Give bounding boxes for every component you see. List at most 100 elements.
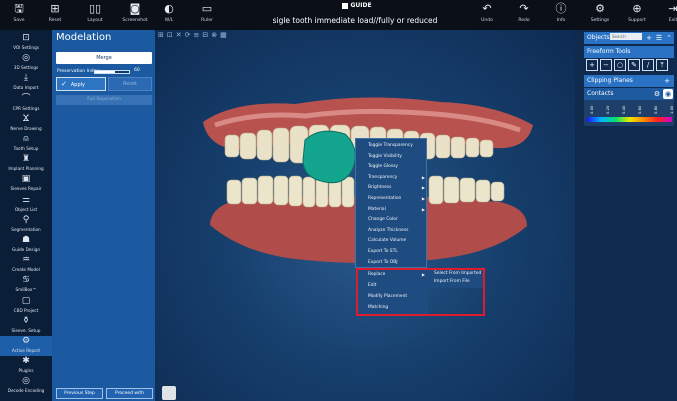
slider-fill bbox=[95, 71, 116, 73]
menu-item-toggle-visibility[interactable]: Toggle Visibility bbox=[356, 152, 428, 161]
sidebar-item-guide-design[interactable]: ☗ Guide Design bbox=[0, 235, 52, 255]
toolbar-button-label: Reset bbox=[48, 18, 62, 23]
sidebar-item-implant-planning[interactable]: ♜ Implant Planning bbox=[0, 154, 52, 174]
sidebar-item-nerve-drawing[interactable]: Ϫ Nerve Drawing bbox=[0, 114, 52, 134]
app-window: GUIDE sigle tooth immediate load//fully … bbox=[0, 0, 677, 401]
save-icon: 🖫 bbox=[14, 2, 24, 15]
sidebar-item-cpr-settings[interactable]: ⌒ CPR Settings bbox=[0, 94, 52, 114]
sidebar-item-sleeves-repair[interactable]: ▣ Sleeves Repair bbox=[0, 174, 52, 194]
sidebar-item-smilbox-[interactable]: ♋ SmilBox™ bbox=[0, 275, 52, 295]
reset-button[interactable]: Reset bbox=[108, 77, 152, 91]
menu-item-toggle-glossy[interactable]: Toggle Glossy bbox=[356, 162, 428, 171]
toolbar-button-label: Exit bbox=[668, 18, 677, 23]
sidebar-item-label: VOI Settings bbox=[13, 45, 39, 50]
settings-button[interactable]: ⚙ Settings bbox=[583, 2, 617, 28]
ff-knife-icon[interactable]: ∕ bbox=[642, 59, 654, 71]
view-rotate-icon[interactable]: ⟳ bbox=[185, 31, 191, 39]
sidebar-item-3d-settings[interactable]: ◎ 3D Settings bbox=[0, 53, 52, 73]
menu-item-calculate-volume[interactable]: Calculate Volume bbox=[356, 236, 428, 245]
cbd-project-icon: ▢ bbox=[21, 295, 31, 306]
view-crosshair-icon[interactable]: ⊗ bbox=[211, 31, 217, 39]
sidebar-item-active-report[interactable]: ⚙ Active Report bbox=[0, 336, 52, 356]
submenu-arrow-icon: ▶ bbox=[421, 185, 425, 191]
sidebar-item-create-model[interactable]: ♒ Create Model bbox=[0, 255, 52, 275]
data-import-icon: ⤓ bbox=[24, 73, 28, 84]
exit-button[interactable]: ⇥ Exit bbox=[656, 2, 677, 28]
freeform-tools-header[interactable]: Freeform Tools bbox=[584, 46, 674, 58]
objects-search-input[interactable]: Search bbox=[610, 33, 642, 40]
save-button[interactable]: 🖫 Save bbox=[2, 2, 36, 28]
view-layers-icon[interactable]: ≡ bbox=[194, 31, 200, 39]
menu-item-toggle-transparency[interactable]: Toggle Transparency bbox=[356, 141, 428, 150]
sidebar-item-plugins[interactable]: ✱ Plugins bbox=[0, 356, 52, 376]
menu-item-export-to-stl[interactable]: Export To STL bbox=[356, 247, 428, 256]
cpr-settings-icon: ⌒ bbox=[21, 93, 31, 104]
menu-item-analyze-thickness[interactable]: Analyze Thickness bbox=[356, 226, 428, 235]
screenshot-button[interactable]: ◙ Screenshot bbox=[118, 2, 152, 28]
contact-scale-tick: 0.80 bbox=[653, 105, 658, 114]
view-fit-icon[interactable]: ⊡ bbox=[167, 31, 173, 39]
full-separation-button[interactable]: Full Separation bbox=[56, 95, 152, 105]
menu-item-brightness[interactable]: Brightness ▶ bbox=[356, 183, 428, 192]
ruler-button[interactable]: ▭ Ruler bbox=[190, 2, 224, 28]
w-l-button[interactable]: ◐ W/L bbox=[152, 2, 186, 28]
redo-icon: ↷ bbox=[519, 2, 529, 15]
sidebar-item-object-list[interactable]: ⚌ Object List bbox=[0, 195, 52, 215]
info-button[interactable]: ⓘ Info bbox=[544, 2, 578, 28]
menu-item-representation[interactable]: Representation ▶ bbox=[356, 194, 428, 203]
apply-button[interactable]: ✓ Apply bbox=[56, 77, 106, 91]
toolbar-button-label: Redo bbox=[518, 18, 530, 23]
sidebar-item-voi-settings[interactable]: ⊡ VOI Settings bbox=[0, 33, 52, 53]
collapse-icon[interactable]: ⌃ bbox=[664, 33, 674, 43]
preservation-index-slider[interactable] bbox=[94, 70, 130, 74]
ff-subtract-icon[interactable]: − bbox=[600, 59, 612, 71]
sidebar-item-cbd-project[interactable]: ▢ CBD Project bbox=[0, 296, 52, 316]
view-arrange-icon[interactable]: ⊟ bbox=[202, 31, 208, 39]
view-front-icon[interactable]: ⊞ bbox=[158, 31, 164, 39]
exit-icon: ⇥ bbox=[668, 2, 677, 15]
sidebar-item-segmentation[interactable]: ⚲ Segmentation bbox=[0, 215, 52, 235]
nerve-drawing-icon: Ϫ bbox=[22, 113, 30, 124]
toolbar-button-label: Screenshot bbox=[122, 18, 148, 23]
menu-item-transparency[interactable]: Transparency ▶ bbox=[356, 173, 428, 182]
decode-encoding-icon: ◎ bbox=[22, 376, 30, 387]
clipping-planes-header[interactable]: Clipping Planes bbox=[584, 75, 674, 87]
menu-item-material[interactable]: Material ▶ bbox=[356, 205, 428, 214]
view-grid-icon[interactable]: ▦ bbox=[220, 31, 227, 39]
menu-item-export-to-obj[interactable]: Export To OBJ bbox=[356, 258, 428, 267]
sleeves-repair-icon: ▣ bbox=[21, 174, 31, 185]
toolbar-button-label: Save bbox=[13, 18, 25, 23]
ff-smooth-icon[interactable]: ○ bbox=[614, 59, 626, 71]
merge-button[interactable]: Merge bbox=[56, 52, 152, 64]
tooth-setup-icon: ⍝ bbox=[23, 134, 29, 144]
add-clipping-icon[interactable]: + bbox=[662, 76, 672, 86]
add-object-icon[interactable]: + bbox=[644, 33, 654, 43]
redo-button[interactable]: ↷ Redo bbox=[507, 2, 541, 28]
ff-export-icon[interactable]: ⤒ bbox=[656, 59, 668, 71]
layout-button[interactable]: ▯▯ Layout bbox=[78, 2, 112, 28]
sidebar-item-decode-encoding[interactable]: ◎ Decode Encoding bbox=[0, 376, 52, 396]
toolbar-button-label: Settings bbox=[590, 18, 610, 23]
menu-item-change-color[interactable]: Change Color bbox=[356, 215, 428, 224]
sidebar-item-tooth-setup[interactable]: ⍝ Tooth Setup bbox=[0, 134, 52, 154]
avatar-thumbnail[interactable] bbox=[162, 386, 176, 400]
sidebar-item-sleeve-setup[interactable]: ⚱ Sleeve. Setup bbox=[0, 316, 52, 336]
reset-button[interactable]: ⊞ Reset bbox=[38, 2, 72, 28]
contacts-settings-icon[interactable]: ⚙ bbox=[652, 89, 662, 99]
list-icon[interactable]: ☰ bbox=[654, 33, 664, 43]
visibility-eye-icon[interactable]: ◉ bbox=[663, 89, 673, 99]
support-icon: ⊕ bbox=[632, 2, 642, 15]
undo-button[interactable]: ↶ Undo bbox=[470, 2, 504, 28]
view-close-icon[interactable]: ✕ bbox=[176, 31, 182, 39]
ff-add-icon[interactable]: + bbox=[586, 59, 598, 71]
sidebar-item-label: Implant Planning bbox=[8, 166, 44, 172]
active-report-icon: ⚙ bbox=[21, 336, 31, 346]
ff-brush-icon[interactable]: ✎ bbox=[628, 59, 640, 71]
sidebar-item-label: Create Model bbox=[12, 267, 40, 273]
proceed-button[interactable]: Proceed with bbox=[106, 388, 153, 399]
sidebar-item-data-import[interactable]: ⤓ Data Import bbox=[0, 73, 52, 93]
toolbar-button-label: Support bbox=[628, 18, 646, 23]
voi-settings-icon: ⊡ bbox=[22, 33, 30, 43]
support-button[interactable]: ⊕ Support bbox=[620, 2, 654, 28]
previous-step-button[interactable]: Previous Step bbox=[56, 388, 103, 399]
